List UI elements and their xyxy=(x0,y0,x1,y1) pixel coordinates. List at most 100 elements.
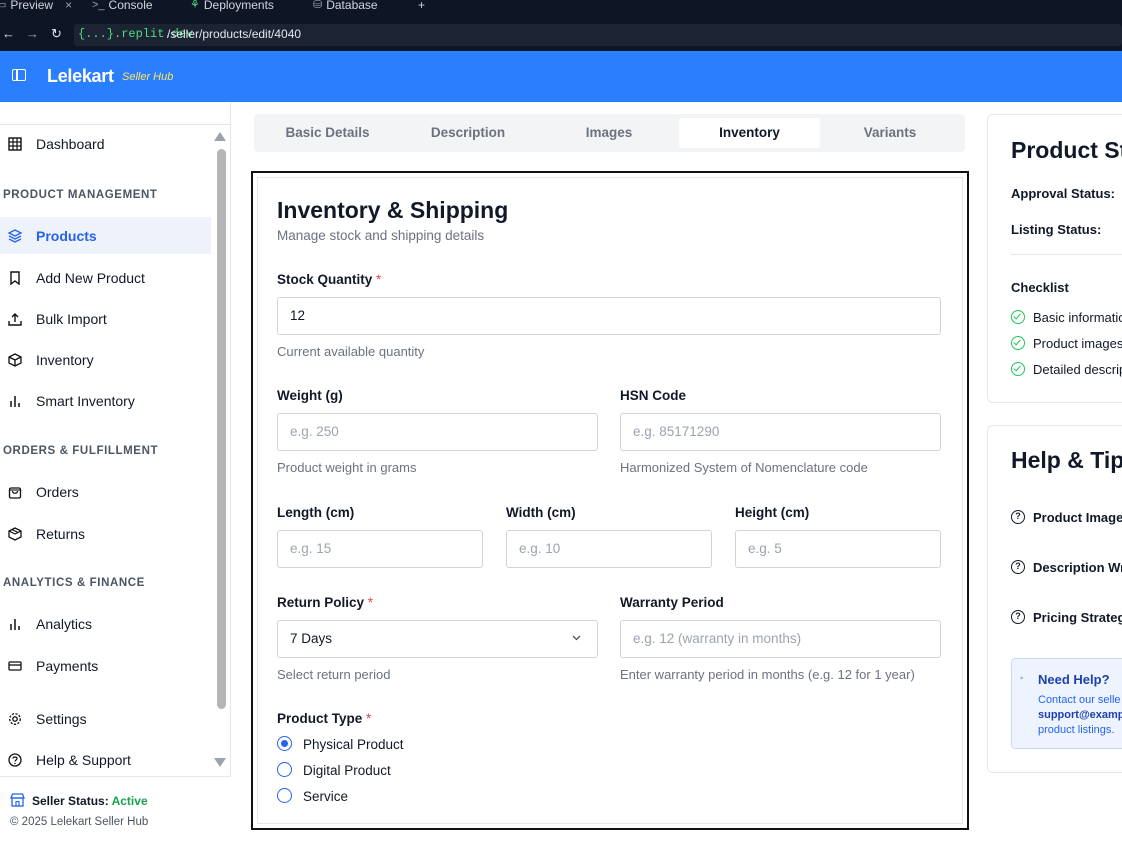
product-status-title: Product Sta xyxy=(1011,137,1122,163)
section-orders-fulfillment: ORDERS & FULFILLMENT xyxy=(3,445,159,457)
tab-console[interactable]: >_ Console xyxy=(92,0,153,20)
tab-inventory[interactable]: Inventory xyxy=(679,118,820,148)
help-tips-title: Help & Tips xyxy=(1011,447,1122,473)
return-policy-label: Return Policy * xyxy=(277,595,374,610)
plus-icon: + xyxy=(418,0,426,12)
width-input[interactable]: e.g. 10 xyxy=(506,530,712,568)
store-icon xyxy=(10,793,25,812)
radio-label-digital[interactable]: Digital Product xyxy=(303,763,391,778)
checklist-item: Product images xyxy=(1033,336,1122,351)
warranty-period-input[interactable]: e.g. 12 (warranty in months) xyxy=(620,620,941,658)
warranty-period-help: Enter warranty period in months (e.g. 12… xyxy=(620,667,915,682)
radio-physical-product[interactable] xyxy=(277,736,292,751)
listing-status-label: Listing Status: xyxy=(1011,222,1102,237)
monitor-icon: ▭ xyxy=(0,0,7,11)
back-icon[interactable]: ← xyxy=(2,26,15,41)
copyright: © 2025 Lelekart Seller Hub xyxy=(10,816,149,828)
bookmark-icon xyxy=(8,270,22,285)
check-circle-icon xyxy=(1011,336,1025,350)
help-link-description[interactable]: Description Wr xyxy=(1033,560,1122,575)
section-product-management: PRODUCT MANAGEMENT xyxy=(3,189,158,201)
support-email-link[interactable]: support@examp xyxy=(1038,709,1122,721)
close-icon[interactable]: × xyxy=(65,0,72,11)
sidebar-item-payments[interactable]: Payments xyxy=(0,647,211,684)
seller-status: Seller Status: Active xyxy=(32,794,148,808)
scroll-down-arrow-icon[interactable] xyxy=(214,758,226,767)
bar-chart-icon xyxy=(8,617,22,631)
scroll-up-arrow-icon[interactable] xyxy=(214,132,226,141)
brand-logo[interactable]: Lelekart xyxy=(47,66,114,87)
status-divider xyxy=(1011,254,1122,255)
help-link-product-image[interactable]: Product Image xyxy=(1033,510,1122,525)
weight-input[interactable]: e.g. 250 xyxy=(277,413,598,451)
hsn-code-input[interactable]: e.g. 85171290 xyxy=(620,413,941,451)
stock-quantity-help: Current available quantity xyxy=(277,344,425,359)
sidebar-item-settings[interactable]: Settings xyxy=(0,700,211,737)
sidebar-item-label: Dashboard xyxy=(36,135,105,152)
tab-images[interactable]: Images xyxy=(539,118,679,148)
credit-card-icon xyxy=(8,659,22,673)
sidebar-item-label: Payments xyxy=(36,657,99,674)
url-path[interactable]: /seller/products/edit/4040 xyxy=(167,27,301,41)
product-tabs: Basic Details Description Images Invento… xyxy=(254,114,965,152)
layers-icon xyxy=(8,228,22,243)
browser-tab-bar: ▭ Preview × >_ Console ⚘ Deployments ⛁ D… xyxy=(0,0,1122,20)
upload-icon xyxy=(8,312,22,326)
radio-label-physical[interactable]: Physical Product xyxy=(303,737,404,752)
sidebar-item-inventory[interactable]: Inventory xyxy=(0,341,211,378)
sidebar-item-dashboard[interactable]: Dashboard xyxy=(0,125,211,162)
hsn-code-help: Harmonized System of Nomenclature code xyxy=(620,460,868,475)
sidebar-item-smart-inventory[interactable]: Smart Inventory xyxy=(0,382,211,419)
tab-description[interactable]: Description xyxy=(398,118,538,148)
sidebar-item-label: Bulk Import xyxy=(36,310,107,327)
tab-preview[interactable]: ▭ Preview × xyxy=(0,0,72,20)
sidebar-footer xyxy=(0,776,231,850)
sidebar-item-orders[interactable]: Orders xyxy=(0,473,211,510)
sidebar-item-add-new-product[interactable]: Add New Product xyxy=(0,259,211,296)
form-subtitle: Manage stock and shipping details xyxy=(277,228,485,243)
sidebar-item-returns[interactable]: Returns xyxy=(0,515,211,552)
radio-label-service[interactable]: Service xyxy=(303,789,348,804)
tab-deployments[interactable]: ⚘ Deployments xyxy=(190,0,274,20)
help-link-pricing[interactable]: Pricing Strategy xyxy=(1033,610,1122,625)
length-input[interactable]: e.g. 15 xyxy=(277,530,483,568)
sidebar-scroll-thumb[interactable] xyxy=(217,149,226,709)
sidebar-item-label: Products xyxy=(36,227,97,244)
tab-basic-details[interactable]: Basic Details xyxy=(258,118,397,148)
status-badge: Active xyxy=(111,794,148,808)
tab-database[interactable]: ⛁ Database xyxy=(313,0,378,20)
chevron-down-icon xyxy=(571,621,582,657)
width-label: Width (cm) xyxy=(506,505,576,520)
checklist-item: Detailed descrip xyxy=(1033,362,1122,377)
radio-service[interactable] xyxy=(277,788,292,803)
bar-chart-icon xyxy=(8,394,22,408)
forward-icon[interactable]: → xyxy=(26,26,39,41)
weight-label: Weight (g) xyxy=(277,388,343,403)
deploy-icon: ⚘ xyxy=(190,0,200,11)
radio-digital-product[interactable] xyxy=(277,762,292,777)
help-circle-icon: ? xyxy=(1011,610,1025,624)
sidebar-item-label: Settings xyxy=(36,710,87,727)
new-tab-button[interactable]: + xyxy=(418,0,425,20)
required-marker: * xyxy=(367,595,374,610)
approval-status-label: Approval Status: xyxy=(1011,186,1116,201)
sidebar-item-label: Returns xyxy=(36,525,86,542)
height-input[interactable]: e.g. 5 xyxy=(735,530,941,568)
grid-icon xyxy=(8,136,22,151)
checklist-heading: Checklist xyxy=(1011,280,1069,295)
sidebar-toggle-icon[interactable] xyxy=(12,69,26,81)
sidebar-item-label: Help & Support xyxy=(36,751,131,768)
package-icon xyxy=(8,352,22,367)
sidebar-item-products[interactable]: Products xyxy=(0,217,211,254)
app-header: Lelekart Seller Hub xyxy=(0,51,1122,102)
return-policy-select[interactable]: 7 Days xyxy=(277,620,598,658)
sidebar-item-bulk-import[interactable]: Bulk Import xyxy=(0,300,211,337)
check-circle-icon xyxy=(1011,310,1025,324)
gear-icon xyxy=(8,712,22,726)
sidebar-item-help-support[interactable]: Help & Support xyxy=(0,741,211,778)
refresh-icon[interactable]: ↻ xyxy=(51,26,62,42)
sidebar-item-label: Add New Product xyxy=(36,269,145,286)
tab-variants[interactable]: Variants xyxy=(820,118,960,148)
stock-quantity-input[interactable]: 12 xyxy=(277,297,941,335)
sidebar-item-analytics[interactable]: Analytics xyxy=(0,605,211,642)
